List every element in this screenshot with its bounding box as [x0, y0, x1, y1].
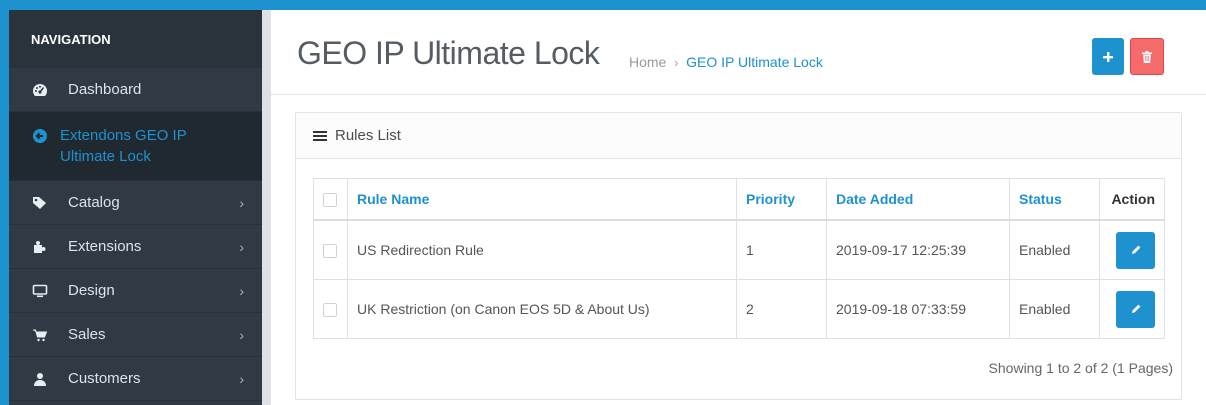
page-header: GEO IP Ultimate Lock Home › GEO IP Ultim… [271, 10, 1206, 95]
sidebar-item-extensions[interactable]: Extensions › [9, 225, 262, 269]
pencil-icon [1131, 304, 1140, 313]
shopping-cart-icon [30, 328, 50, 342]
row-checkbox[interactable] [323, 303, 337, 318]
priority-cell: 1 [736, 219, 827, 280]
pagination-text: Showing 1 to 2 of 2 (1 Pages) [988, 360, 1173, 376]
delete-button[interactable] [1130, 38, 1164, 75]
page-title: GEO IP Ultimate Lock [297, 35, 600, 71]
sidebar-item-label: Design [68, 282, 115, 299]
trash-icon [1142, 50, 1152, 63]
edit-button[interactable] [1116, 290, 1155, 328]
rule-name-cell: UK Restriction (on Canon EOS 5D & About … [347, 279, 737, 339]
breadcrumb-current-link[interactable]: GEO IP Ultimate Lock [686, 54, 823, 70]
select-all-cell [313, 178, 348, 221]
date-added-cell: 2019-09-18 07:33:59 [826, 279, 1010, 339]
sidebar-item-sales[interactable]: Sales › [9, 313, 262, 357]
column-header-priority[interactable]: Priority [736, 178, 827, 221]
plus-icon [1103, 51, 1113, 62]
circle-arrow-icon [30, 128, 50, 144]
sidebar-item-label: Extensions [68, 238, 142, 255]
user-icon [30, 372, 50, 386]
chevron-right-icon: › [239, 282, 244, 299]
column-header-date-added[interactable]: Date Added [826, 178, 1010, 221]
chevron-right-icon: › [239, 326, 244, 343]
column-header-rule-name[interactable]: Rule Name [347, 178, 737, 221]
row-select-cell [313, 279, 348, 339]
sidebar-item-geo-ip-ultimate-lock[interactable]: Extendons GEO IP Ultimate Lock [9, 112, 262, 181]
action-cell [1099, 279, 1165, 339]
add-new-button[interactable] [1092, 38, 1124, 75]
sidebar-item-catalog[interactable]: Catalog › [9, 181, 262, 225]
sidebar-item-customers[interactable]: Customers › [9, 357, 262, 401]
priority-cell: 2 [736, 279, 827, 339]
puzzle-icon [30, 240, 50, 254]
chevron-right-icon: › [239, 238, 244, 255]
date-added-cell: 2019-09-17 12:25:39 [826, 219, 1010, 280]
sidebar-item-label: Catalog [68, 194, 120, 211]
sidebar-item-dashboard[interactable]: Dashboard [9, 68, 262, 112]
sidebar-item-label: Extendons GEO IP Ultimate Lock [60, 127, 187, 165]
tags-icon [30, 196, 50, 210]
chevron-right-icon: › [239, 370, 244, 387]
sidebar-item-label: Sales [68, 326, 106, 343]
column-header-status[interactable]: Status [1009, 178, 1100, 221]
select-all-checkbox[interactable] [323, 193, 337, 208]
table-row: UK Restriction (on Canon EOS 5D & About … [313, 279, 1165, 339]
column-header-action: Action [1099, 178, 1165, 221]
rules-list-panel: Rules List Rule Name Priority Date Added… [295, 112, 1182, 400]
top-accent-bar [0, 0, 1206, 10]
nav-heading: NAVIGATION [9, 10, 262, 68]
breadcrumb-separator: › [674, 56, 679, 70]
rule-name-cell: US Redirection Rule [347, 219, 737, 280]
table-header-row: Rule Name Priority Date Added Status Act… [313, 178, 1165, 221]
status-cell: Enabled [1009, 219, 1100, 280]
dashboard-icon [30, 83, 50, 97]
sidebar-item-design[interactable]: Design › [9, 269, 262, 313]
main-content: GEO IP Ultimate Lock Home › GEO IP Ultim… [271, 10, 1206, 405]
rules-table: Rule Name Priority Date Added Status Act… [313, 178, 1165, 339]
chevron-right-icon: › [239, 194, 244, 211]
list-icon [313, 130, 327, 141]
pencil-icon [1131, 245, 1140, 254]
table-row: US Redirection Rule 1 2019-09-17 12:25:3… [313, 219, 1165, 280]
row-checkbox[interactable] [323, 244, 337, 259]
panel-heading: Rules List [296, 113, 1181, 159]
action-cell [1099, 219, 1165, 280]
edit-button[interactable] [1116, 231, 1155, 269]
sidebar-item-label: Dashboard [68, 81, 142, 98]
sidebar-item-label: Customers [68, 370, 141, 387]
breadcrumb: Home › GEO IP Ultimate Lock [629, 54, 823, 70]
desktop-icon [30, 284, 50, 298]
row-select-cell [313, 219, 348, 280]
breadcrumb-home-link[interactable]: Home [629, 54, 666, 70]
sidebar: NAVIGATION Dashboard Extendons GEO IP Ul… [9, 10, 262, 405]
left-accent-bar [0, 10, 9, 405]
sidebar-divider [262, 10, 271, 405]
status-cell: Enabled [1009, 279, 1100, 339]
panel-title: Rules List [335, 127, 401, 144]
